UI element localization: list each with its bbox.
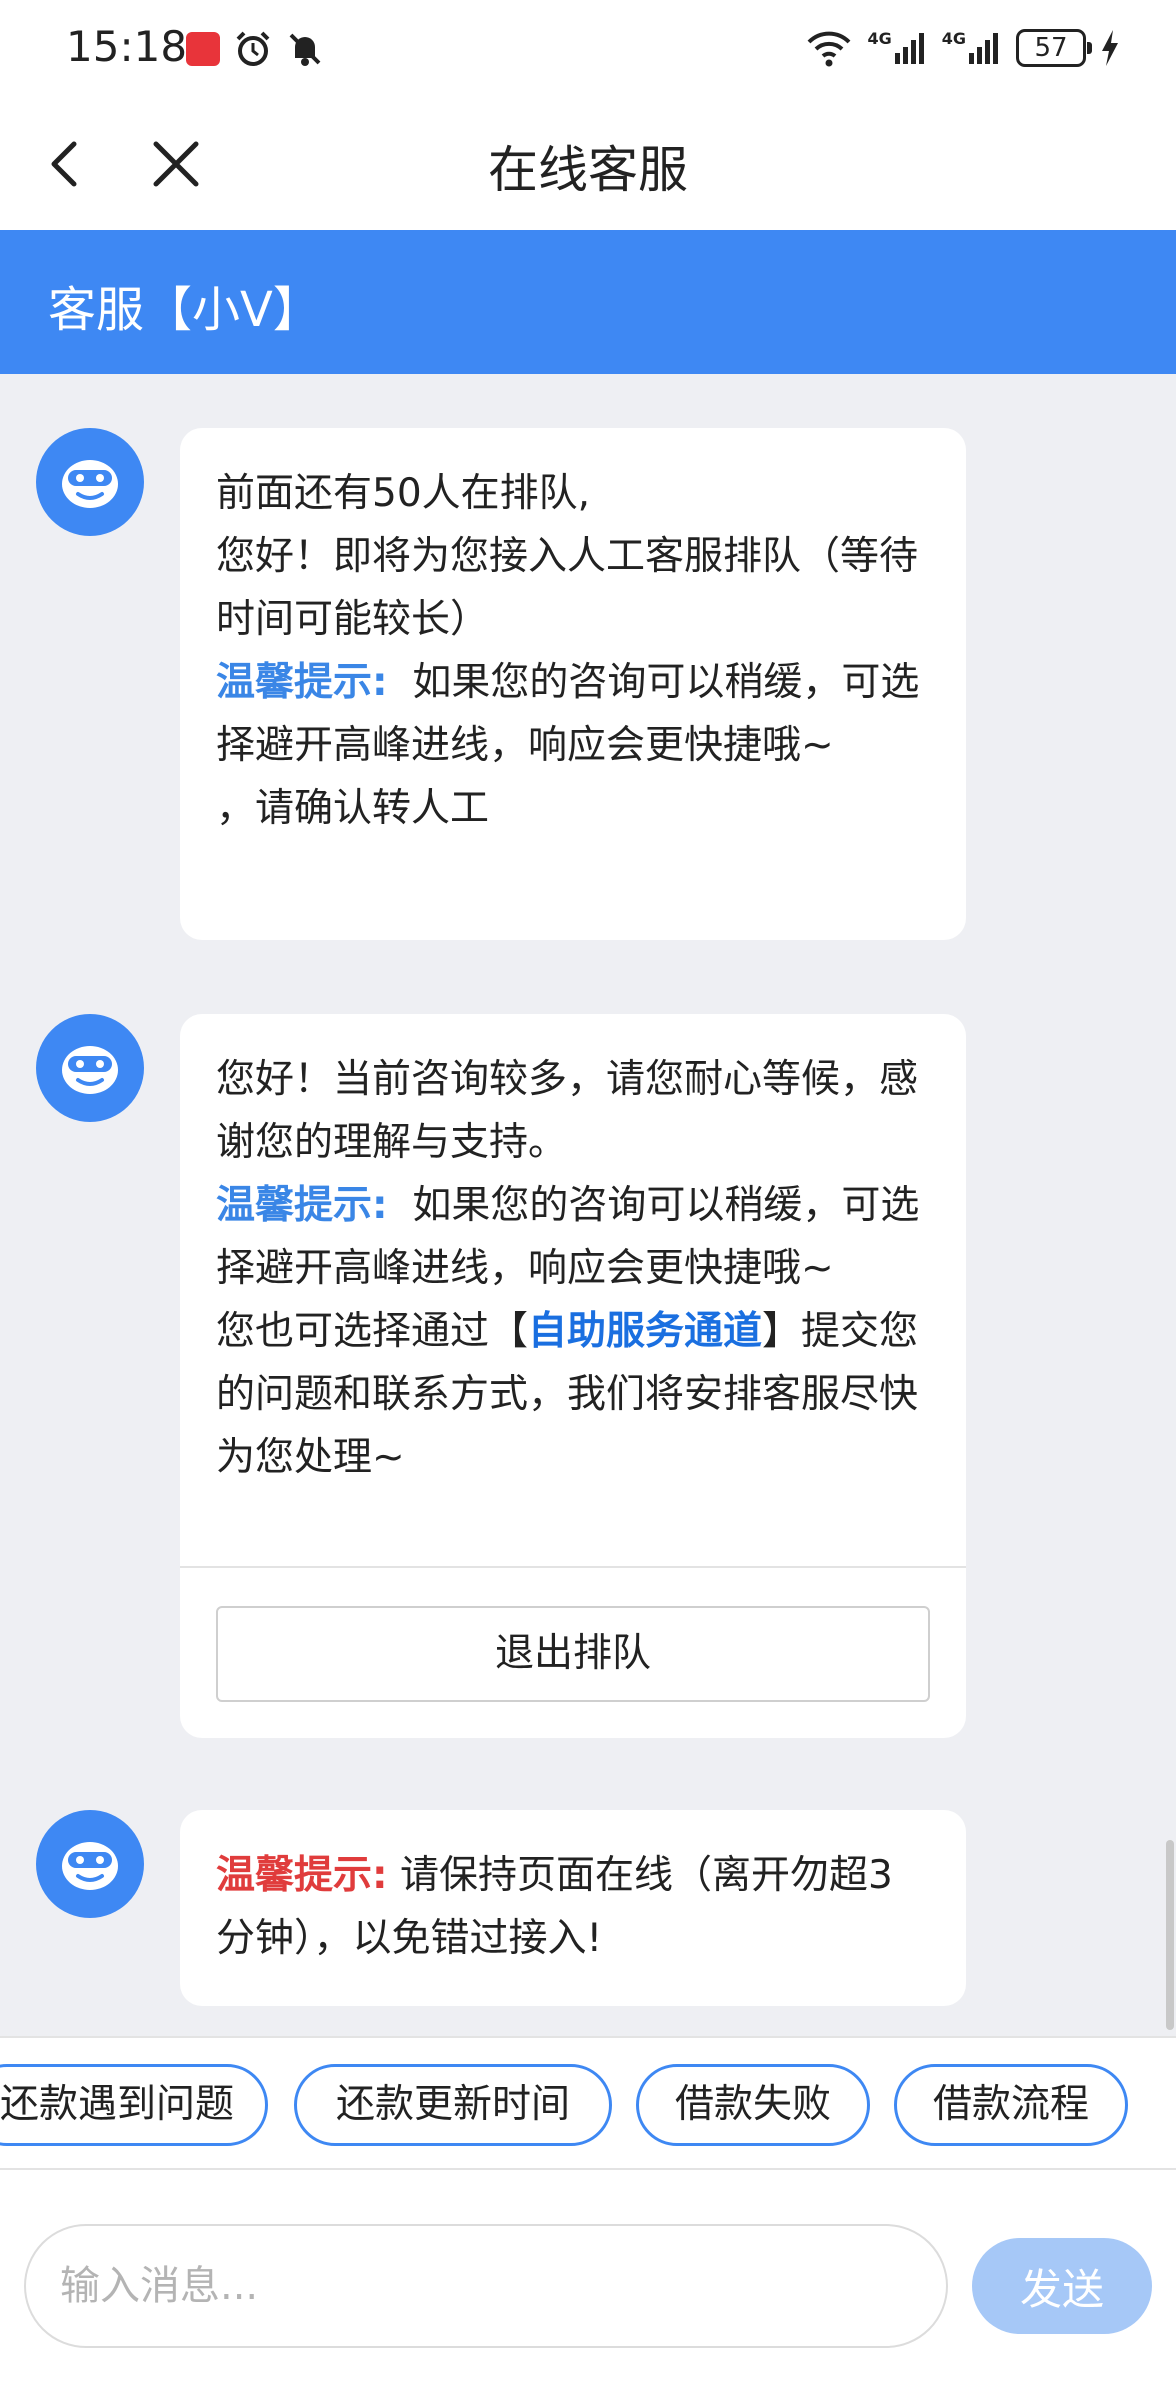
- message-text: 您好！当前咨询较多，请您耐心等候，感谢您的理解与支持。 温馨提示: 如果您的咨询…: [180, 1014, 966, 1489]
- tip-line: 温馨提示: 请保持页面在线（离开勿超3分钟），以免错过接入!: [216, 1844, 930, 1970]
- robot-icon: [62, 1046, 118, 1094]
- mute-bell-icon: [289, 33, 321, 66]
- status-time: 15:18: [66, 22, 188, 71]
- quick-reply-chip[interactable]: 还款遇到问题: [0, 2064, 268, 2146]
- message-bubble: 您好！当前咨询较多，请您耐心等候，感谢您的理解与支持。 温馨提示: 如果您的咨询…: [180, 1014, 966, 1738]
- network-4g-1: 4G: [867, 31, 927, 65]
- robot-icon: [62, 1842, 118, 1890]
- message-text: 温馨提示: 请保持页面在线（离开勿超3分钟），以免错过接入!: [180, 1810, 966, 1970]
- bot-avatar: [36, 428, 144, 536]
- tip-line: 温馨提示: 如果您的咨询可以稍缓，可选择避开高峰进线，响应会更快捷哦~: [216, 651, 930, 777]
- battery-icon: 57: [1016, 29, 1092, 67]
- network-4g-2: 4G: [942, 31, 1002, 65]
- message-bubble: 前面还有50人在排队, 您好！即将为您接入人工客服排队（等待时间可能较长） 温馨…: [180, 428, 966, 940]
- agent-banner: 客服【小V】: [0, 230, 1176, 374]
- quick-reply-chip[interactable]: 还款更新时间: [294, 2064, 612, 2146]
- agent-name: 客服【小V】: [48, 282, 321, 338]
- message-bubble: 温馨提示: 请保持页面在线（离开勿超3分钟），以免错过接入!: [180, 1810, 966, 2006]
- status-left-icons: [186, 30, 324, 68]
- signal-icon: [894, 33, 924, 64]
- message-line: ，请确认转人工: [216, 786, 490, 831]
- app-notification-icon: [186, 32, 220, 66]
- tip-label: 温馨提示:: [216, 1183, 388, 1228]
- tip-line: 温馨提示: 如果您的咨询可以稍缓，可选择避开高峰进线，响应会更快捷哦~: [216, 1174, 930, 1300]
- alarm-icon: [236, 31, 270, 66]
- signal-icon: [969, 33, 998, 64]
- message-line: 您好！当前咨询较多，请您耐心等候，感谢您的理解与支持。: [216, 1057, 919, 1165]
- bubble-divider: [180, 1566, 966, 1568]
- charging-bolt-icon: [1102, 30, 1118, 66]
- tip-label: 温馨提示:: [216, 1853, 388, 1898]
- page-title: 在线客服: [488, 141, 688, 199]
- quick-reply-bar: 还款遇到问题 还款更新时间 借款失败 借款流程: [0, 2036, 1176, 2170]
- nav-bar: 在线客服: [0, 100, 1176, 230]
- quick-reply-chip[interactable]: 借款流程: [894, 2064, 1128, 2146]
- quick-reply-chip[interactable]: 借款失败: [636, 2064, 870, 2146]
- message-line: 前面还有50人在排队,: [216, 471, 591, 516]
- message-line: 您好！即将为您接入人工客服排队（等待时间可能较长）: [216, 534, 919, 642]
- tip-label: 温馨提示:: [216, 660, 388, 705]
- scrollbar-thumb[interactable]: [1166, 1840, 1174, 2030]
- status-bar: 15:18 4G 4G 57: [0, 0, 1176, 100]
- exit-queue-button[interactable]: 退出排队: [216, 1606, 930, 1702]
- status-right-icons: 4G 4G 57: [805, 28, 1120, 68]
- message-input[interactable]: [24, 2224, 948, 2348]
- send-button[interactable]: 发送: [972, 2238, 1152, 2334]
- bot-avatar: [36, 1810, 144, 1918]
- robot-icon: [62, 460, 118, 508]
- input-area: 发送: [0, 2170, 1176, 2400]
- self-service-link[interactable]: 自助服务通道: [528, 1309, 762, 1354]
- self-service-before: 您也可选择通过【: [216, 1309, 529, 1354]
- bot-avatar: [36, 1014, 144, 1122]
- message-text: 前面还有50人在排队, 您好！即将为您接入人工客服排队（等待时间可能较长） 温馨…: [180, 428, 966, 840]
- wifi-icon: [808, 31, 851, 67]
- self-service-line: 您也可选择通过【自助服务通道】提交您的问题和联系方式，我们将安排客服尽快为您处理…: [216, 1300, 930, 1489]
